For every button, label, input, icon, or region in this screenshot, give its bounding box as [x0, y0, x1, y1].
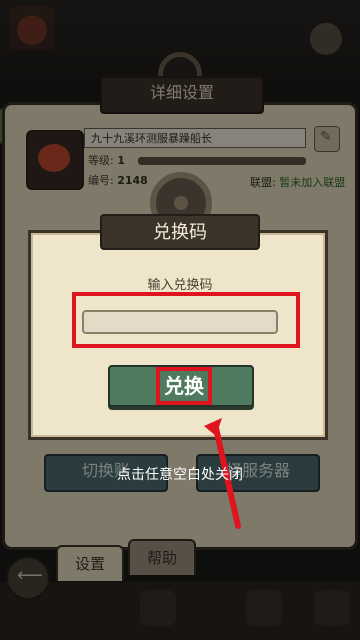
redeem-code-dialog: 兑换码 输入兑换码 兑换 点击任意空白处关闭 — [0, 0, 360, 640]
close-hint: 点击任意空白处关闭 — [117, 467, 243, 483]
redeem-code-input[interactable] — [82, 310, 278, 334]
highlight-box-button — [156, 367, 212, 405]
input-label: 输入兑换码 — [147, 278, 213, 293]
dialog-title: 兑换码 — [100, 214, 260, 250]
